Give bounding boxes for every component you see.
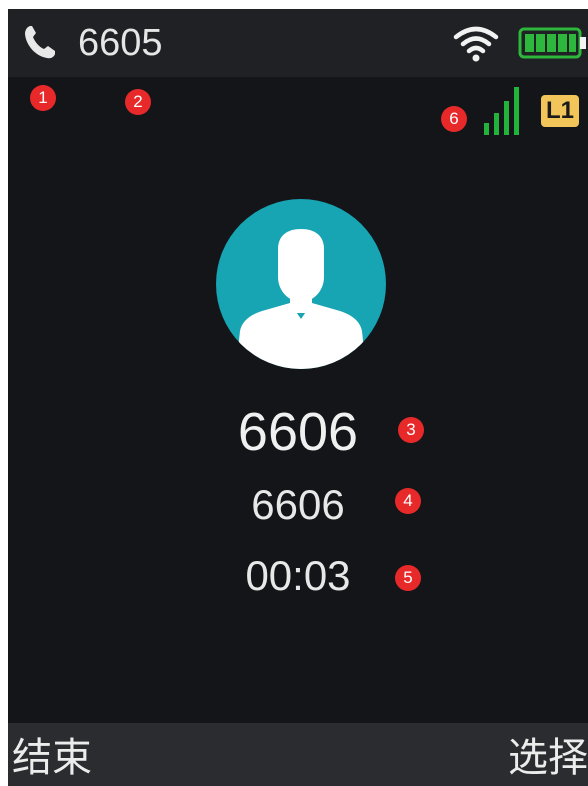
annotation-marker-1: 1: [30, 85, 56, 111]
avatar-icon: [216, 199, 386, 369]
signal-icon: [484, 87, 519, 135]
wifi-icon: [453, 26, 499, 62]
phone-screen: 6605 1 2 6 L1 6606 3 6606 4 00:03 5 结束 选…: [8, 9, 588, 786]
select-softkey[interactable]: 选择: [508, 733, 588, 783]
battery-icon: [518, 27, 586, 59]
annotation-marker-3: 3: [398, 417, 424, 443]
phone-icon: [25, 26, 55, 59]
account-number: 6605: [78, 22, 163, 64]
annotation-marker-5: 5: [395, 565, 421, 591]
status-bar: 6605: [8, 9, 588, 77]
end-call-softkey[interactable]: 结束: [12, 733, 92, 783]
annotation-marker-6: 6: [441, 106, 467, 132]
annotation-marker-2: 2: [125, 89, 151, 115]
softkey-bar: 结束 选择: [8, 723, 588, 786]
caller-number: 6606: [251, 481, 345, 528]
line-badge: L1: [541, 95, 579, 127]
caller-name: 6606: [237, 402, 359, 462]
call-duration: 00:03: [245, 552, 351, 599]
annotation-marker-4: 4: [395, 488, 421, 514]
